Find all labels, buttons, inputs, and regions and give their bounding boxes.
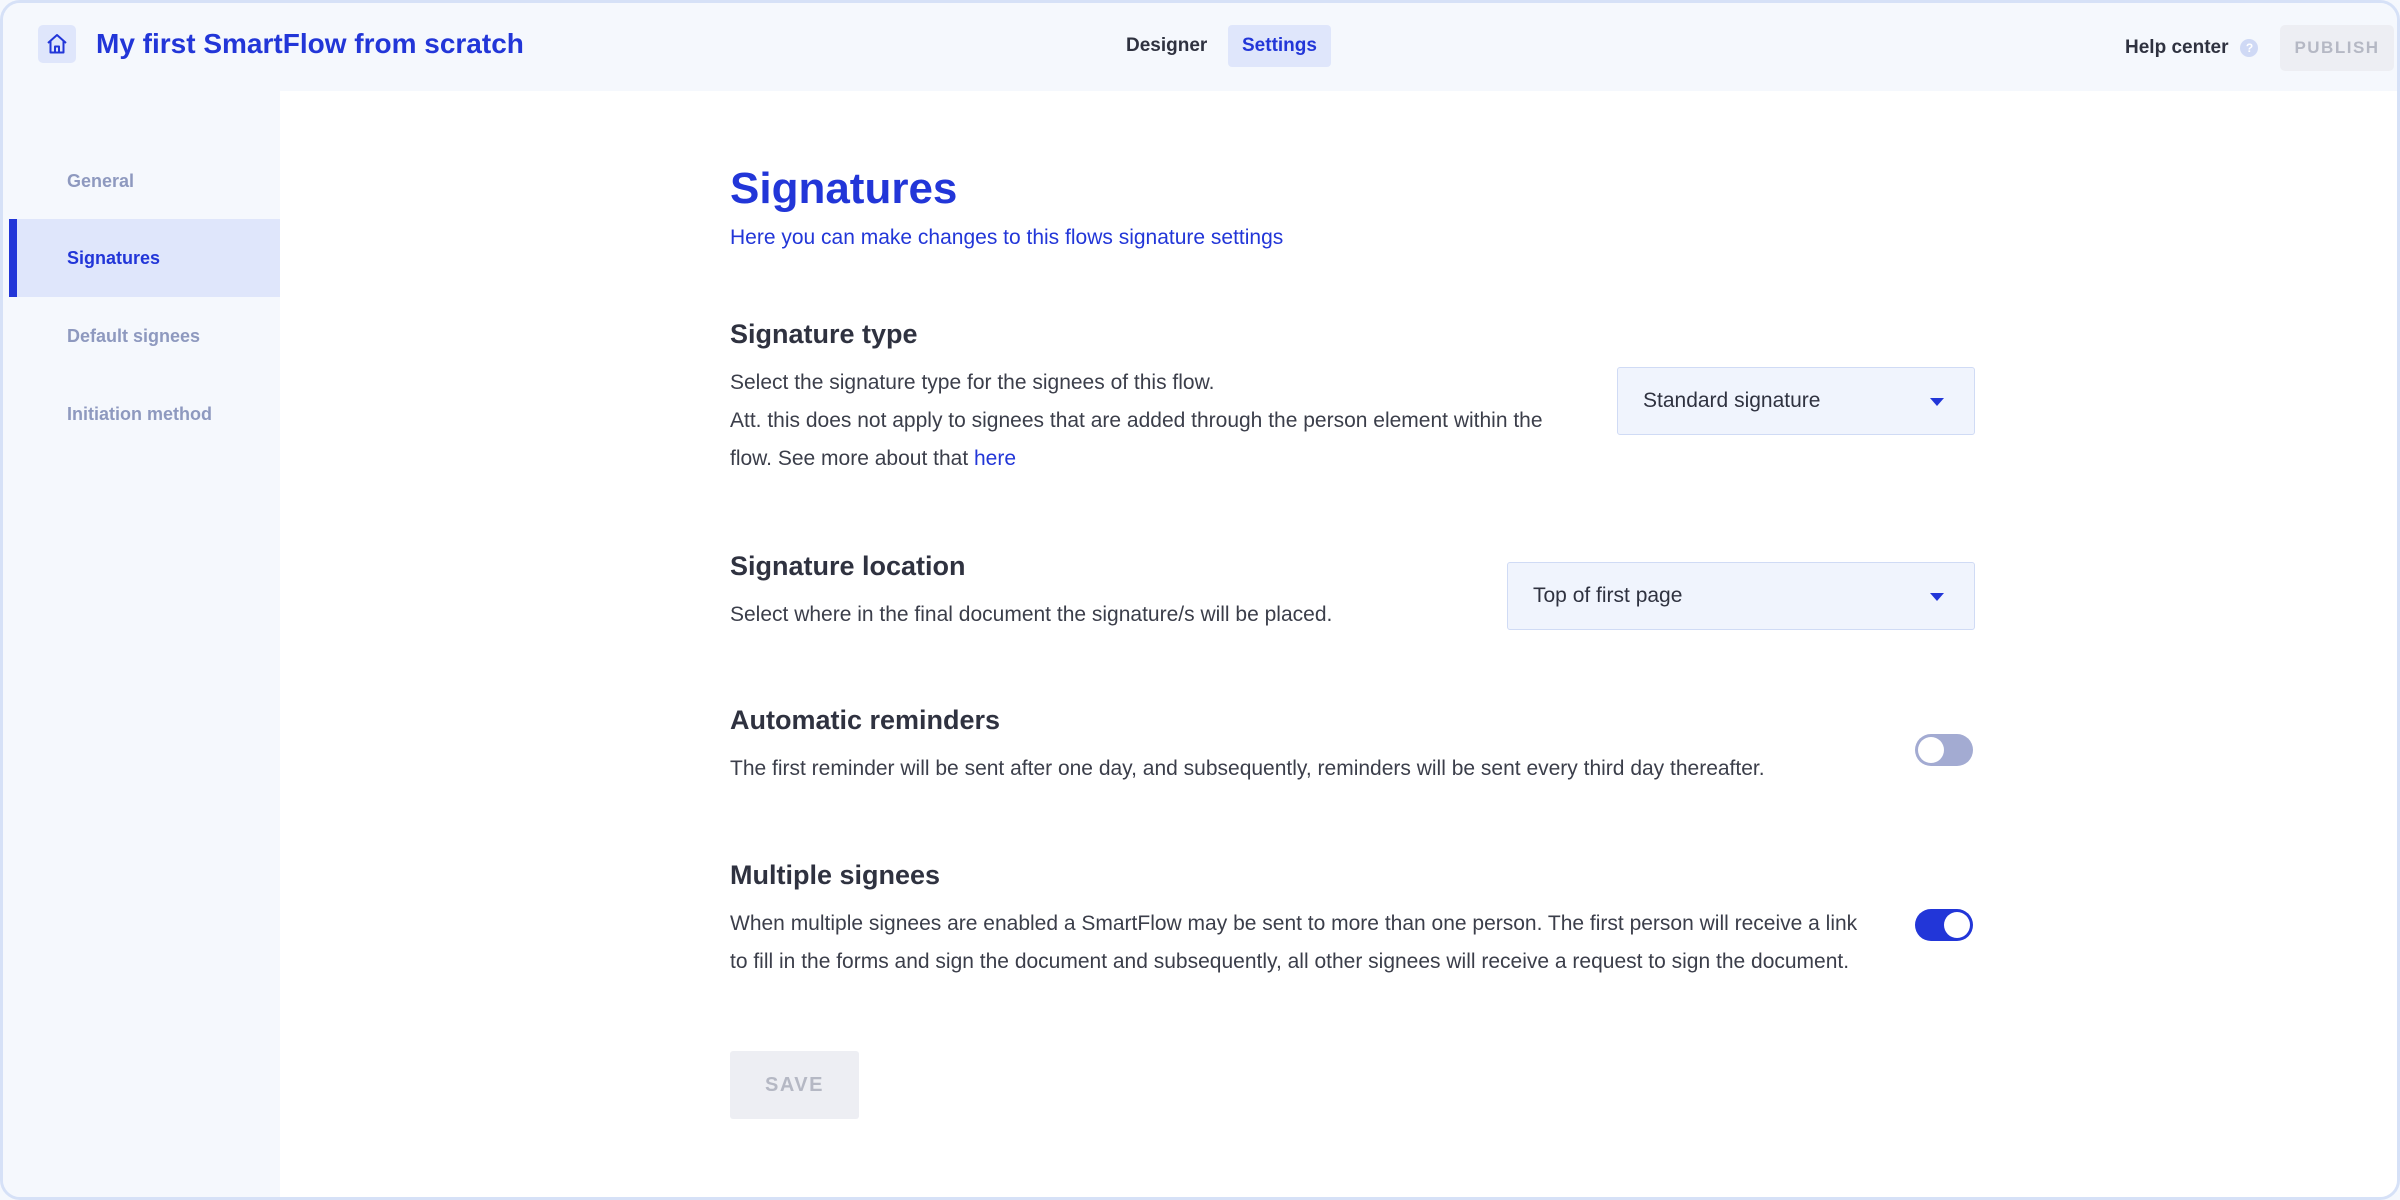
see-more-here-link[interactable]: here [974, 447, 1016, 470]
sidebar-item-initiation-method[interactable]: Initiation method [9, 375, 280, 453]
save-button[interactable]: SAVE [730, 1051, 859, 1119]
help-center-label: Help center [2125, 37, 2229, 58]
automatic-reminders-toggle[interactable] [1915, 734, 1973, 766]
tab-settings[interactable]: Settings [1228, 25, 1331, 67]
settings-sidebar: General Signatures Default signees Initi… [3, 91, 280, 1197]
chevron-down-icon [1930, 398, 1944, 406]
page-title: Signatures [730, 164, 958, 213]
help-icon: ? [2240, 39, 2259, 57]
help-center-link[interactable]: Help center ? [2125, 28, 2259, 68]
sidebar-item-signatures[interactable]: Signatures [9, 219, 280, 297]
multiple-signees-description: When multiple signees are enabled a Smar… [730, 912, 1858, 973]
main-content: Signatures Here you can make changes to … [280, 91, 2397, 1197]
top-header: My first SmartFlow from scratch Designer… [3, 3, 2397, 91]
sidebar-item-general[interactable]: General [9, 142, 280, 220]
home-button[interactable] [38, 25, 76, 63]
signature-type-description: Select the signature type for the signee… [730, 364, 1550, 478]
page-subtitle: Here you can make changes to this flows … [730, 226, 1284, 249]
signature-location-select[interactable]: Top of first page [1507, 562, 1975, 630]
toggle-knob [1944, 912, 1970, 938]
publish-button[interactable]: PUBLISH [2280, 25, 2394, 71]
toggle-knob [1918, 737, 1944, 763]
signature-location-selected-value: Top of first page [1533, 584, 1683, 607]
signature-type-select[interactable]: Standard signature [1617, 367, 1975, 435]
signature-type-title: Signature type [730, 319, 918, 349]
chevron-down-icon [1930, 593, 1944, 601]
signature-location-description: Select where in the final document the s… [730, 603, 1333, 626]
signature-type-desc-line2: Att. this does not apply to signees that… [730, 402, 1550, 478]
signature-type-desc-line1: Select the signature type for the signee… [730, 371, 1215, 394]
signature-type-selected-value: Standard signature [1643, 389, 1821, 412]
tab-designer[interactable]: Designer [1112, 25, 1221, 67]
multiple-signees-toggle[interactable] [1915, 909, 1973, 941]
signature-location-title: Signature location [730, 551, 966, 581]
signature-type-desc-text: Att. this does not apply to signees that… [730, 409, 1543, 470]
multiple-signees-title: Multiple signees [730, 860, 941, 890]
automatic-reminders-description: The first reminder will be sent after on… [730, 757, 1765, 780]
home-icon [47, 34, 67, 54]
app-window: My first SmartFlow from scratch Designer… [0, 0, 2400, 1200]
flow-title: My first SmartFlow from scratch [96, 28, 524, 59]
automatic-reminders-title: Automatic reminders [730, 705, 1001, 735]
sidebar-item-default-signees[interactable]: Default signees [9, 297, 280, 375]
